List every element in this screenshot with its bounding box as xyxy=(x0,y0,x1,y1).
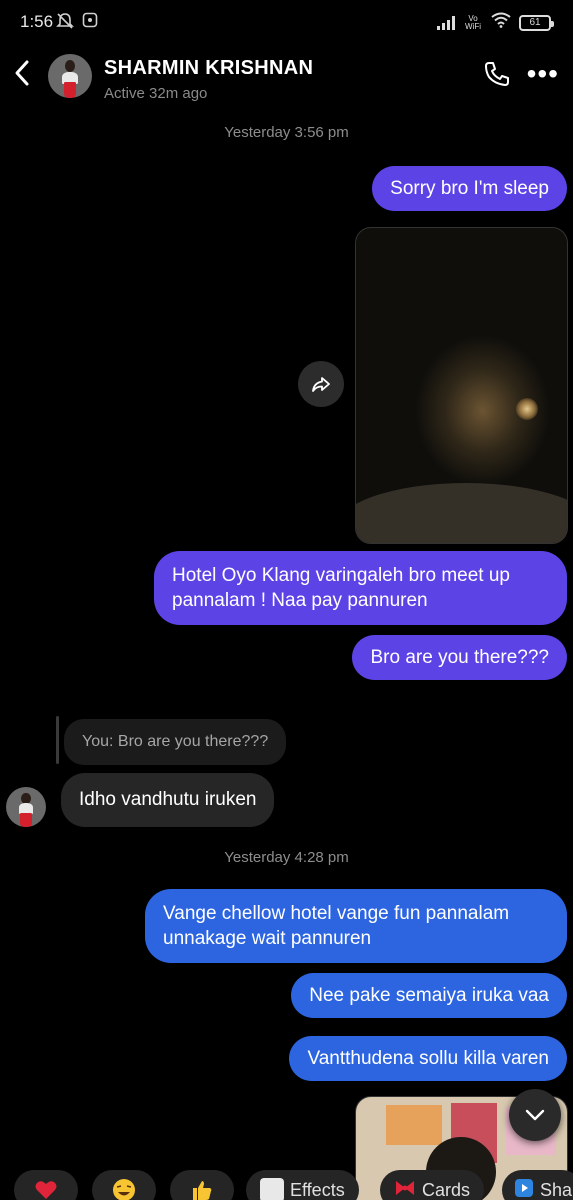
quick-actions-bar: Effects Cards Sha xyxy=(0,1166,573,1200)
reply-quote[interactable]: You: Bro are you there??? xyxy=(64,719,287,765)
message-line: Vange chellow hotel vange fun pannalam xyxy=(163,903,510,924)
muted-alarm-icon xyxy=(56,12,74,33)
effects-button[interactable]: Effects xyxy=(246,1170,359,1200)
signal-icon xyxy=(437,15,455,30)
sent-message[interactable]: Sorry bro I'm sleep xyxy=(372,166,567,211)
back-arrow-icon[interactable] xyxy=(12,58,36,94)
chevron-down-icon[interactable] xyxy=(509,1089,561,1141)
gift-bow-icon xyxy=(394,1179,416,1200)
timestamp: Yesterday 4:28 pm xyxy=(224,849,349,866)
contact-status: Active 32m ago xyxy=(104,85,208,102)
received-message[interactable]: Idho vandhutu iruken xyxy=(61,773,275,827)
message-line: unnakage wait pannuren xyxy=(163,928,372,949)
cards-label: Cards xyxy=(422,1179,471,1200)
sent-message[interactable]: Hotel Oyo Klang varingaleh bro meet up p… xyxy=(154,551,567,625)
cards-button[interactable]: Cards xyxy=(380,1170,485,1200)
message-line: pannalam ! Naa pay pannuren xyxy=(172,590,428,611)
share-button[interactable]: Sha xyxy=(502,1170,573,1200)
sent-message[interactable]: Bro are you there??? xyxy=(352,635,567,680)
status-bar: 1:56 Vo WiFi 61 xyxy=(0,0,573,44)
reply-indicator xyxy=(56,716,59,764)
contact-avatar[interactable] xyxy=(48,54,92,98)
sent-message[interactable]: Nee pake semaiya iruka vaa xyxy=(291,973,567,1018)
share-play-icon xyxy=(514,1178,534,1200)
effects-thumbnail-icon xyxy=(260,1178,284,1200)
timestamp: Yesterday 3:56 pm xyxy=(224,124,349,141)
sent-message[interactable]: Vantthudena sollu killa varen xyxy=(289,1036,567,1081)
laughing-emoji-icon[interactable] xyxy=(92,1170,156,1200)
message-line: Hotel Oyo Klang varingaleh bro meet up xyxy=(172,565,510,586)
phone-icon[interactable] xyxy=(483,60,511,93)
heart-icon[interactable] xyxy=(14,1170,78,1200)
sender-avatar[interactable] xyxy=(6,787,46,827)
notification-icon xyxy=(82,12,98,31)
wifi-icon xyxy=(491,12,511,33)
effects-label: Effects xyxy=(290,1179,345,1200)
share-icon[interactable] xyxy=(298,361,344,407)
vowifi-label: Vo WiFi xyxy=(465,13,481,31)
battery-indicator: 61 xyxy=(519,14,554,31)
contact-name[interactable]: SHARMIN KRISHNAN xyxy=(104,57,313,80)
sent-message[interactable]: Vange chellow hotel vange fun pannalam u… xyxy=(145,889,567,963)
sent-photo[interactable] xyxy=(355,227,568,544)
thumbs-up-icon[interactable] xyxy=(170,1170,234,1200)
status-time: 1:56 xyxy=(20,12,54,31)
share-label: Sha xyxy=(540,1179,573,1200)
more-icon[interactable]: ••• xyxy=(527,60,559,88)
chat-header: SHARMIN KRISHNAN Active 32m ago ••• xyxy=(0,44,573,114)
